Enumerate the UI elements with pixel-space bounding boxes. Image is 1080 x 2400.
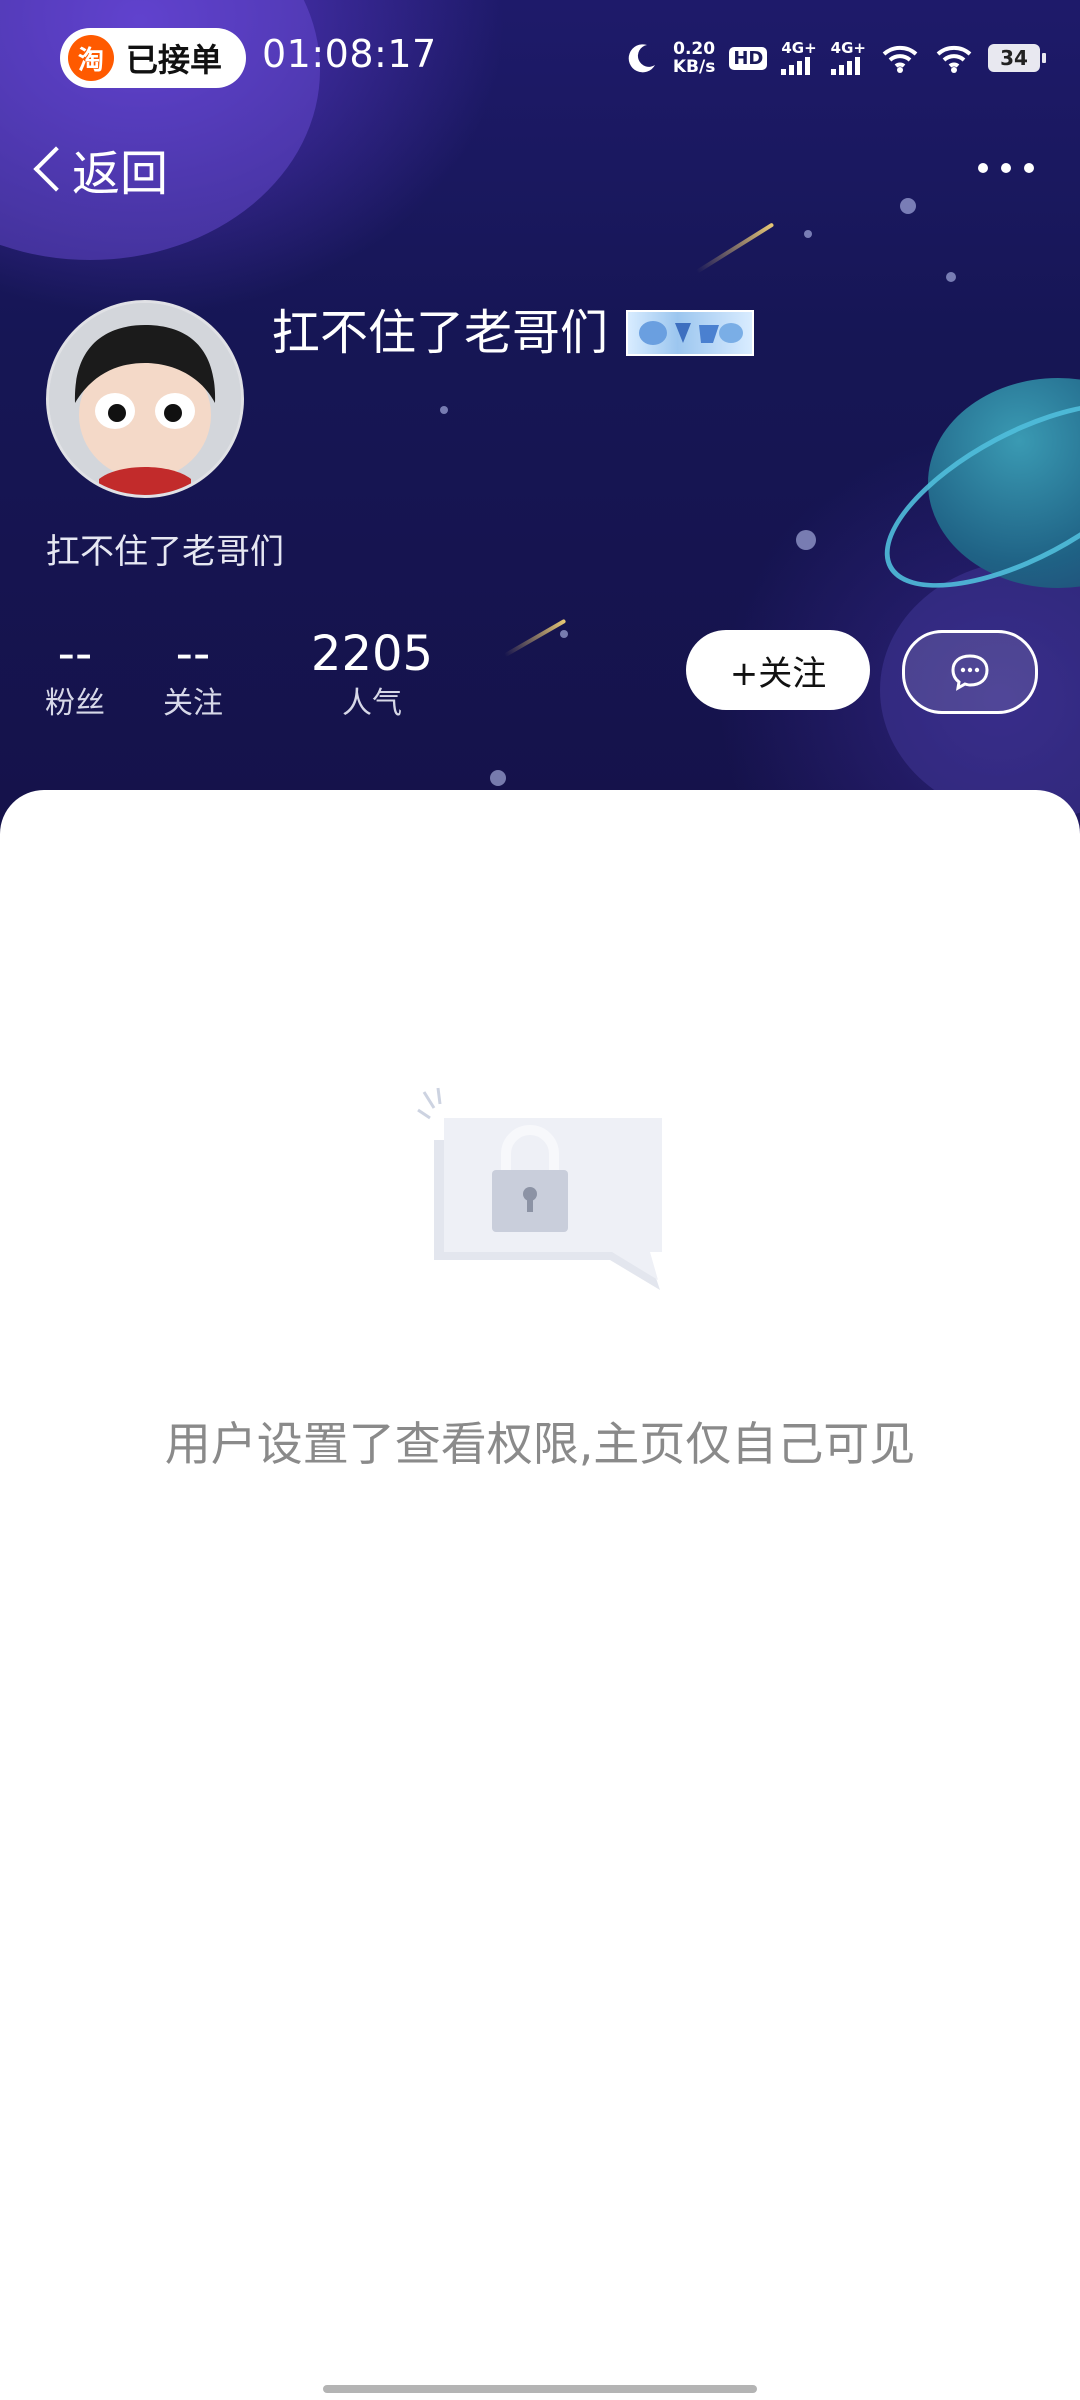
profile-name: 扛不住了老哥们 — [272, 305, 609, 361]
status-indicators: 0.20 KB/s HD 4G+ 4G+ 34 — [625, 30, 1046, 86]
network-type-label: 4G+ — [781, 39, 817, 57]
decor-star — [490, 770, 506, 786]
follow-button[interactable]: +关注 — [686, 630, 870, 710]
stat-value: 2205 — [310, 626, 434, 682]
battery-indicator: 34 — [988, 44, 1046, 72]
net-speed-value: 0.20 — [673, 39, 716, 59]
taobao-icon: 淘 — [68, 35, 114, 81]
decor-star — [560, 630, 568, 638]
signal-bars-icon — [830, 55, 860, 75]
stat-fans[interactable]: -- 粉丝 — [40, 626, 110, 724]
more-dot-icon — [978, 163, 988, 173]
home-indicator[interactable] — [323, 2385, 757, 2393]
stat-popularity: 2205 人气 — [310, 626, 434, 724]
decor-star — [900, 198, 916, 214]
cellular-signal-1: 4G+ — [781, 39, 817, 75]
net-speed-unit: KB/s — [672, 57, 716, 77]
status-bar: 淘 已接单 01:08:17 0.20 KB/s HD 4G+ 4G+ 34 — [0, 0, 1080, 112]
moon-icon — [628, 44, 655, 73]
level-badge-icon[interactable] — [626, 310, 755, 356]
decor-star — [946, 272, 956, 282]
decor-star — [804, 230, 812, 238]
avatar-cartoon-face-icon — [49, 303, 241, 495]
decor-shooting-star — [503, 618, 567, 658]
cellular-signal-2: 4G+ — [830, 39, 866, 75]
empty-state-message: 用户设置了查看权限,主页仅自己可见 — [164, 1417, 916, 1471]
stat-following[interactable]: -- 关注 — [158, 626, 228, 724]
decor-star — [440, 406, 448, 414]
stat-value: -- — [175, 626, 211, 682]
net-speed: 0.20 KB/s — [673, 40, 715, 76]
wifi-icon — [936, 45, 972, 73]
hd-voice-badge: HD — [729, 46, 768, 70]
more-dot-icon — [1024, 163, 1034, 173]
back-button[interactable]: 返回 — [28, 134, 168, 204]
more-options-button[interactable] — [978, 148, 1034, 188]
wifi-icon — [882, 45, 918, 73]
stat-value: -- — [57, 626, 93, 682]
stat-label: 粉丝 — [45, 686, 105, 721]
content-card — [0, 790, 1080, 2400]
profile-bio: 扛不住了老哥们 — [46, 532, 284, 572]
back-label: 返回 — [72, 146, 169, 202]
stat-label: 人气 — [342, 686, 402, 721]
decor-shooting-star — [695, 222, 775, 274]
order-status-label: 已接单 — [126, 41, 223, 79]
stat-label: 关注 — [163, 686, 223, 721]
chat-bubble-icon — [951, 654, 989, 691]
badge-art-icon — [639, 321, 744, 345]
decor-star — [796, 530, 816, 550]
network-type-label: 4G+ — [830, 39, 866, 57]
signal-bars-icon — [781, 55, 811, 75]
locked-content-icon — [417, 1087, 662, 1290]
avatar[interactable] — [46, 300, 244, 498]
profile-stats: -- 粉丝 -- 关注 2205 人气 — [40, 626, 482, 724]
more-dot-icon — [1001, 163, 1011, 173]
taobao-order-pill[interactable]: 淘 已接单 — [60, 28, 246, 88]
status-time: 01:08:17 — [262, 32, 437, 76]
profile-name-row: 扛不住了老哥们 — [272, 300, 755, 366]
message-button[interactable] — [902, 630, 1038, 714]
